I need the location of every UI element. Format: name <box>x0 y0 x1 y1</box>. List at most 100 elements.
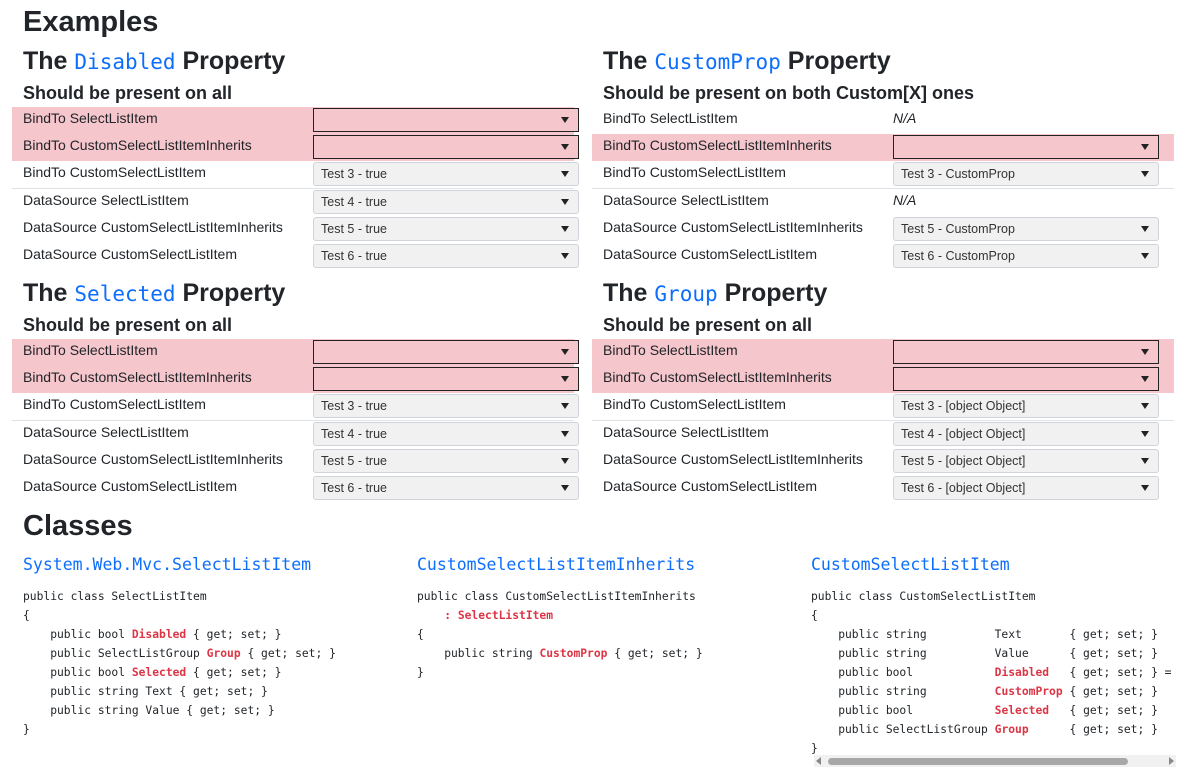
code-text: public string Text { get; set; } <box>23 685 268 698</box>
code-text: public bool <box>811 704 995 717</box>
customselectlistitem-class: CustomSelectListItem public class Custom… <box>811 552 1177 758</box>
selectlistitem-class: System.Web.Mvc.SelectListItem public cla… <box>23 552 403 739</box>
select-dropdown[interactable]: Test 6 - true <box>313 476 579 500</box>
example-row: DataSource CustomSelectListItem Test 6 - … <box>592 243 1174 270</box>
chevron-down-icon <box>561 403 569 409</box>
code-text: { <box>417 628 424 641</box>
select-dropdown[interactable]: Test 6 - CustomProp <box>893 244 1159 268</box>
na-value: N/A <box>893 192 917 208</box>
code-text: { <box>23 609 30 622</box>
code-text: public string Value { get; set; } <box>811 647 1158 660</box>
panel-title: The Group Property <box>603 279 828 307</box>
select-dropdown[interactable]: Test 4 - true <box>313 190 579 214</box>
scrollbar-thumb[interactable] <box>828 758 1128 765</box>
chevron-down-icon <box>561 376 569 382</box>
chevron-down-icon <box>1141 226 1149 232</box>
code-text: public string Text { get; set; } <box>811 628 1158 641</box>
select-dropdown[interactable]: Test 3 - true <box>313 394 579 418</box>
code-text: public SelectListGroup <box>23 647 207 660</box>
panel-title: The Disabled Property <box>23 47 286 75</box>
example-row: BindTo SelectListItem <box>592 339 1174 366</box>
chevron-down-icon <box>1141 349 1149 355</box>
highlighted-member: CustomProp <box>539 647 608 660</box>
panel-subtitle: Should be present on all <box>23 83 233 103</box>
example-row: DataSource CustomSelectListItem Test 6 - … <box>12 243 579 270</box>
chevron-down-icon <box>561 226 569 232</box>
chevron-down-icon <box>561 458 569 464</box>
select-dropdown[interactable] <box>313 367 579 391</box>
example-row: BindTo SelectListItem <box>12 107 579 134</box>
code-text: public string Value { get; set; } <box>23 704 275 717</box>
chevron-down-icon <box>561 144 569 150</box>
code-block: public class SelectListItem { public boo… <box>23 587 403 739</box>
select-dropdown[interactable] <box>893 367 1159 391</box>
chevron-down-icon <box>1141 253 1149 259</box>
chevron-down-icon <box>561 171 569 177</box>
chevron-down-icon <box>1141 376 1149 382</box>
chevron-down-icon <box>561 253 569 259</box>
chevron-down-icon <box>1141 458 1149 464</box>
example-row: BindTo CustomSelectListItem Test 3 - Cust… <box>592 161 1174 188</box>
panel-subtitle: Should be present on all <box>23 315 233 335</box>
disabled-property-panel: The Disabled Property Should be present … <box>12 45 579 270</box>
code-text: public SelectListGroup <box>811 723 995 736</box>
select-dropdown[interactable]: Test 6 - [object Object] <box>893 476 1159 500</box>
highlighted-member: Group <box>206 647 241 660</box>
panel-title: The CustomProp Property <box>603 47 891 75</box>
example-row: DataSource SelectListItem Test 4 - true <box>12 420 579 448</box>
horizontal-scrollbar[interactable] <box>814 755 1176 767</box>
select-dropdown[interactable] <box>313 108 579 132</box>
code-text: { get; set; } <box>1062 685 1158 698</box>
group-property-panel: The Group Property Should be present on … <box>592 277 1174 502</box>
code-text: public string <box>811 685 995 698</box>
chevron-down-icon <box>1141 171 1149 177</box>
example-row: BindTo CustomSelectListItem Test 3 - true <box>12 393 579 420</box>
select-dropdown[interactable]: Test 4 - [object Object] <box>893 422 1159 446</box>
highlighted-member: Selected <box>131 666 187 679</box>
chevron-down-icon <box>561 117 569 123</box>
select-dropdown[interactable] <box>313 135 579 159</box>
select-dropdown[interactable]: Test 3 - [object Object] <box>893 394 1159 418</box>
select-dropdown[interactable]: Test 3 - true <box>313 162 579 186</box>
example-row: BindTo CustomSelectListItemInherits <box>592 134 1174 161</box>
selected-property-panel: The Selected Property Should be present … <box>12 277 579 502</box>
scroll-left-icon[interactable] <box>816 757 821 765</box>
highlighted-member: Disabled <box>994 666 1050 679</box>
class-title: System.Web.Mvc.SelectListItem <box>23 555 312 574</box>
class-title: CustomSelectListItem <box>811 555 1010 574</box>
customprop-property-panel: The CustomProp Property Should be presen… <box>592 45 1174 270</box>
code-text: public bool <box>23 666 132 679</box>
example-row: DataSource CustomSelectListItem Test 6 - … <box>12 475 579 502</box>
example-row: BindTo CustomSelectListItem Test 3 - true <box>12 161 579 188</box>
classes-heading: Classes <box>23 510 133 542</box>
select-dropdown[interactable]: Test 5 - true <box>313 449 579 473</box>
example-row: DataSource CustomSelectListItem Test 6 - … <box>592 475 1174 502</box>
code-text: { <box>811 609 818 622</box>
example-row: BindTo SelectListItem <box>12 339 579 366</box>
class-title: CustomSelectListItemInherits <box>417 555 696 574</box>
example-row: BindTo CustomSelectListItemInherits <box>592 366 1174 393</box>
code-text: { get; set; } <box>607 647 703 660</box>
select-dropdown[interactable]: Test 6 - true <box>313 244 579 268</box>
select-dropdown[interactable] <box>893 135 1159 159</box>
select-dropdown[interactable]: Test 3 - CustomProp <box>893 162 1159 186</box>
select-dropdown[interactable]: Test 5 - [object Object] <box>893 449 1159 473</box>
customselectlistiteminherits-class: CustomSelectListItemInherits public clas… <box>417 552 797 682</box>
example-row: BindTo CustomSelectListItemInherits <box>12 134 579 161</box>
highlighted-member: Group <box>994 723 1029 736</box>
highlighted-member: CustomProp <box>994 685 1063 698</box>
select-dropdown[interactable] <box>893 340 1159 364</box>
highlighted-member: Disabled <box>131 628 187 641</box>
example-row: BindTo SelectListItem N/A <box>592 107 1174 134</box>
code-text: public class CustomSelectListItem <box>811 590 1036 603</box>
code-text: { get; set; } <box>1049 704 1158 717</box>
select-dropdown[interactable]: Test 5 - CustomProp <box>893 217 1159 241</box>
scroll-right-icon[interactable] <box>1169 757 1174 765</box>
code-text: public bool <box>811 666 995 679</box>
select-dropdown[interactable] <box>313 340 579 364</box>
chevron-down-icon <box>561 199 569 205</box>
code-text: { get; set; } <box>186 666 282 679</box>
select-dropdown[interactable]: Test 5 - true <box>313 217 579 241</box>
select-dropdown[interactable]: Test 4 - true <box>313 422 579 446</box>
